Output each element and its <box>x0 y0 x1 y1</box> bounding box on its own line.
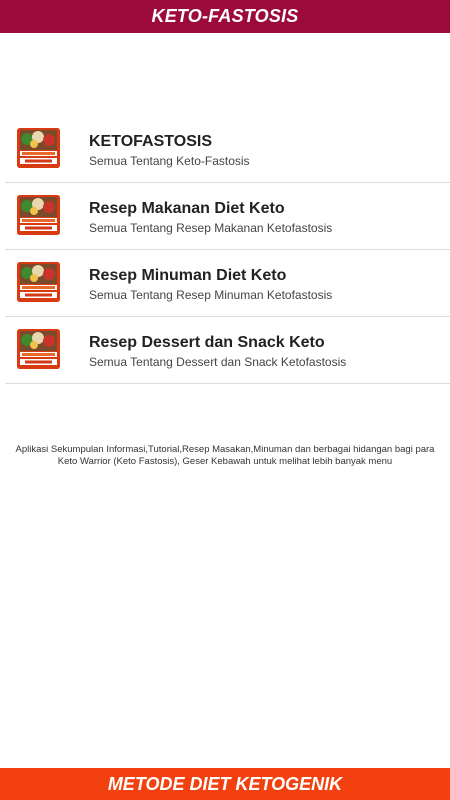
menu-item-title: Resep Minuman Diet Keto <box>89 267 287 284</box>
menu-item-subtitle: Semua Tentang Keto-Fastosis <box>89 154 250 168</box>
menu-item-title: Resep Makanan Diet Keto <box>89 200 285 217</box>
menu-item-resep-makanan[interactable]: Resep Makanan Diet Keto Semua Tentang Re… <box>5 183 450 250</box>
keto-food-thumbnail-icon <box>17 329 60 369</box>
menu-item-resep-minuman[interactable]: Resep Minuman Diet Keto Semua Tentang Re… <box>5 250 450 317</box>
info-text: Aplikasi Sekumpulan Informasi,Tutorial,R… <box>15 444 435 467</box>
menu-item-title: Resep Dessert dan Snack Keto <box>89 334 325 351</box>
menu-list: KETOFASTOSIS Semua Tentang Keto-Fastosis… <box>5 116 450 384</box>
bottom-banner[interactable]: METODE DIET KETOGENIK <box>0 768 450 800</box>
keto-food-thumbnail-icon <box>17 128 60 168</box>
menu-item-subtitle: Semua Tentang Resep Minuman Ketofastosis <box>89 288 333 302</box>
keto-food-thumbnail-icon <box>17 262 60 302</box>
footer-title: METODE DIET KETOGENIK <box>107 773 343 794</box>
keto-food-thumbnail-icon <box>17 195 60 235</box>
app-title: KETO-FASTOSIS <box>151 6 299 26</box>
top-app-bar: KETO-FASTOSIS <box>0 0 450 33</box>
menu-item-subtitle: Semua Tentang Dessert dan Snack Ketofast… <box>89 355 347 369</box>
menu-item-resep-dessert[interactable]: Resep Dessert dan Snack Keto Semua Tenta… <box>5 317 450 384</box>
menu-item-subtitle: Semua Tentang Resep Makanan Ketofastosis <box>89 221 333 235</box>
menu-item-ketofastosis[interactable]: KETOFASTOSIS Semua Tentang Keto-Fastosis <box>5 116 450 183</box>
menu-item-title: KETOFASTOSIS <box>89 133 212 150</box>
